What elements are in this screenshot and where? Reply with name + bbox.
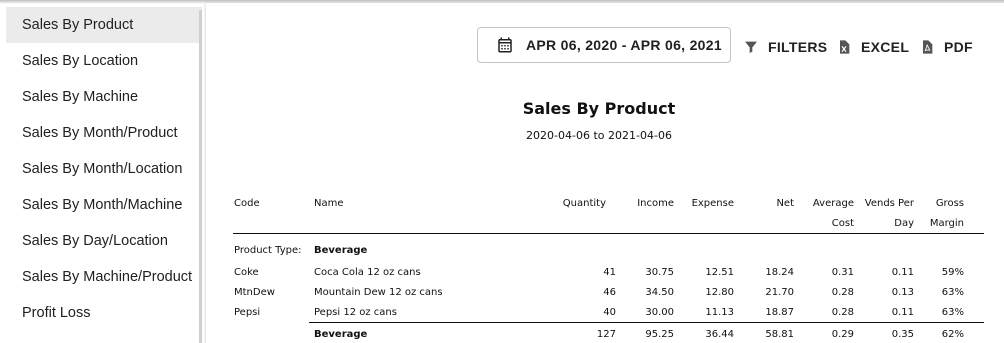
- header-divider: [233, 233, 984, 234]
- row-code: MtnDew: [234, 287, 275, 298]
- filters-button[interactable]: FILTERS: [743, 37, 827, 57]
- col-header-quantity: Quantity: [562, 198, 606, 209]
- col-header-name: Name: [314, 198, 344, 209]
- filter-icon: [745, 41, 757, 53]
- report-date-range: 2020-04-06 to 2021-04-06: [526, 129, 672, 142]
- col-header-gross-margin: Gross: [935, 198, 964, 209]
- sidebar-item-sales-by-day-location[interactable]: Sales By Day/Location: [6, 223, 202, 259]
- pdf-file-icon: [923, 40, 933, 54]
- row-name: Pepsi 12 oz cans: [314, 307, 397, 318]
- row-gross-margin: 63%: [941, 307, 964, 318]
- pdf-export-button[interactable]: PDF: [919, 37, 973, 57]
- row-code: Pepsi: [234, 307, 261, 318]
- report-title: Sales By Product: [522, 99, 676, 118]
- row-name: Mountain Dew 12 oz cans: [314, 287, 443, 298]
- date-range-label: APR 06, 2020 - APR 06, 2021: [526, 37, 722, 53]
- date-range-button[interactable]: APR 06, 2020 - APR 06, 2021: [477, 27, 731, 63]
- pdf-label: PDF: [944, 39, 973, 55]
- row-name: Coca Cola 12 oz cans: [314, 267, 421, 278]
- col-header-code: Code: [234, 198, 260, 209]
- sidebar-item-profit-loss[interactable]: Profit Loss: [6, 295, 202, 331]
- row-code: Coke: [234, 267, 259, 278]
- sidebar-item-sales-by-month-product[interactable]: Sales By Month/Product: [6, 115, 202, 151]
- sidebar-item-sales-by-month-machine[interactable]: Sales By Month/Machine: [6, 187, 202, 223]
- excel-label: EXCEL: [861, 39, 910, 55]
- report-sidebar: Sales By Product Sales By Location Sales…: [6, 7, 202, 343]
- calendar-icon: [498, 37, 512, 53]
- report-panel: APR 06, 2020 - APR 06, 2021 FILTERS EXCE…: [206, 3, 1004, 343]
- col-header-gross-margin-line2: Margin: [929, 218, 964, 229]
- sidebar-item-sales-by-product[interactable]: Sales By Product: [6, 7, 202, 43]
- sidebar-item-sales-by-month-location[interactable]: Sales By Month/Location: [6, 151, 202, 187]
- sidebar-scrollbar[interactable]: [199, 10, 202, 343]
- group-name: Beverage: [314, 245, 368, 256]
- excel-export-button[interactable]: EXCEL: [836, 37, 909, 57]
- excel-file-icon: [840, 40, 850, 54]
- total-divider: [309, 322, 984, 323]
- row-gross-margin: 63%: [941, 287, 964, 298]
- total-gross-margin: 62%: [941, 329, 964, 340]
- total-name: Beverage: [314, 329, 368, 340]
- sidebar-item-sales-by-location[interactable]: Sales By Location: [6, 43, 202, 79]
- sidebar-item-sales-by-machine[interactable]: Sales By Machine: [6, 79, 202, 115]
- sidebar-item-sales-by-machine-product[interactable]: Sales By Machine/Product: [6, 259, 202, 295]
- row-gross-margin: 59%: [941, 267, 964, 278]
- group-label: Product Type:: [234, 245, 302, 256]
- filters-label: FILTERS: [768, 39, 828, 55]
